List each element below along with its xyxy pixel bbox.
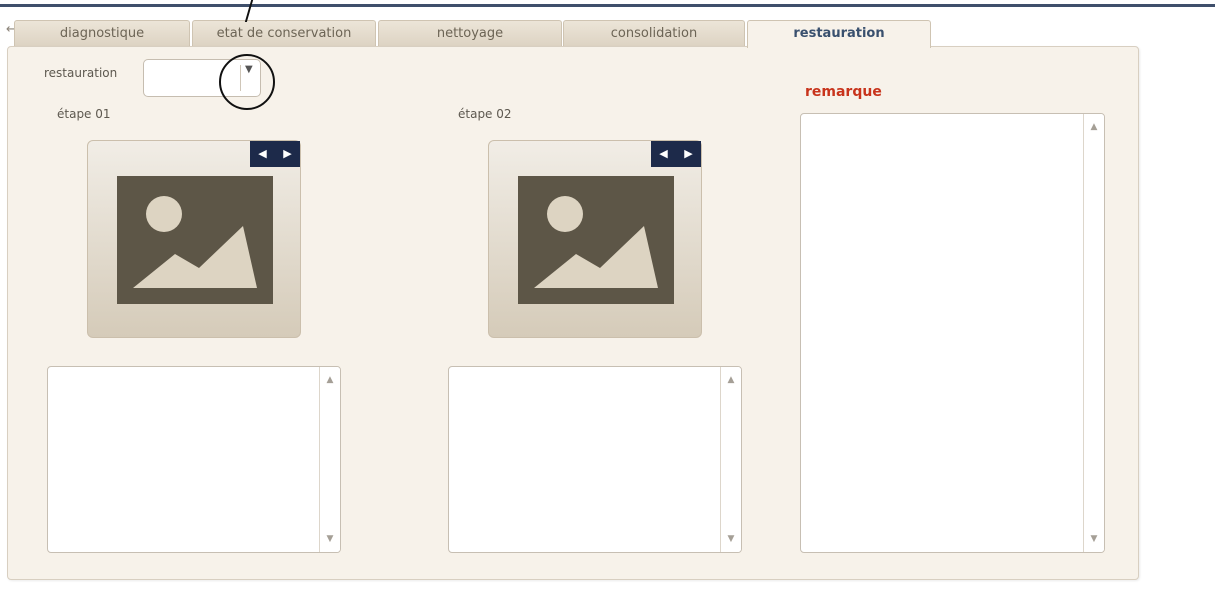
image-box-step-01[interactable]: ◀ ▶ [87, 140, 301, 338]
step-02-textarea[interactable]: ▲ ▼ [448, 366, 742, 553]
scroll-down-icon[interactable]: ▼ [721, 530, 741, 548]
next-icon[interactable]: ▶ [676, 141, 701, 167]
scrollbar[interactable]: ▲ ▼ [319, 367, 340, 552]
select-divider [240, 65, 241, 91]
tab-diagnostique[interactable]: diagnostique [14, 20, 190, 46]
scroll-up-icon[interactable]: ▲ [1084, 118, 1104, 136]
next-icon[interactable]: ▶ [275, 141, 300, 167]
step-01-label: étape 01 [57, 107, 111, 121]
chevron-down-icon[interactable]: ▼ [245, 64, 253, 75]
prev-icon[interactable]: ◀ [651, 141, 676, 167]
image-box-step-02[interactable]: ◀ ▶ [488, 140, 702, 338]
image-placeholder-icon [117, 176, 273, 304]
scrollbar[interactable]: ▲ ▼ [720, 367, 741, 552]
tab-restauration[interactable]: restauration [747, 20, 931, 48]
image-nav: ◀ ▶ [250, 141, 300, 167]
remarque-textarea[interactable]: ▲ ▼ [800, 113, 1105, 553]
tab-etat-de-conservation[interactable]: etat de conservation [192, 20, 376, 46]
scrollbar[interactable]: ▲ ▼ [1083, 114, 1104, 552]
remarque-title: remarque [805, 84, 882, 100]
scroll-up-icon[interactable]: ▲ [320, 371, 340, 389]
step-02-label: étape 02 [458, 107, 512, 121]
image-nav: ◀ ▶ [651, 141, 701, 167]
scroll-down-icon[interactable]: ▼ [320, 530, 340, 548]
top-bar-line [0, 4, 1215, 7]
restauration-select[interactable]: ▼ [143, 59, 261, 97]
restauration-label: restauration [44, 66, 118, 80]
tab-consolidation[interactable]: consolidation [563, 20, 745, 46]
tab-nettoyage[interactable]: nettoyage [378, 20, 562, 46]
image-placeholder-icon [518, 176, 674, 304]
scroll-down-icon[interactable]: ▼ [1084, 530, 1104, 548]
prev-icon[interactable]: ◀ [250, 141, 275, 167]
step-01-textarea[interactable]: ▲ ▼ [47, 366, 341, 553]
scroll-up-icon[interactable]: ▲ [721, 371, 741, 389]
